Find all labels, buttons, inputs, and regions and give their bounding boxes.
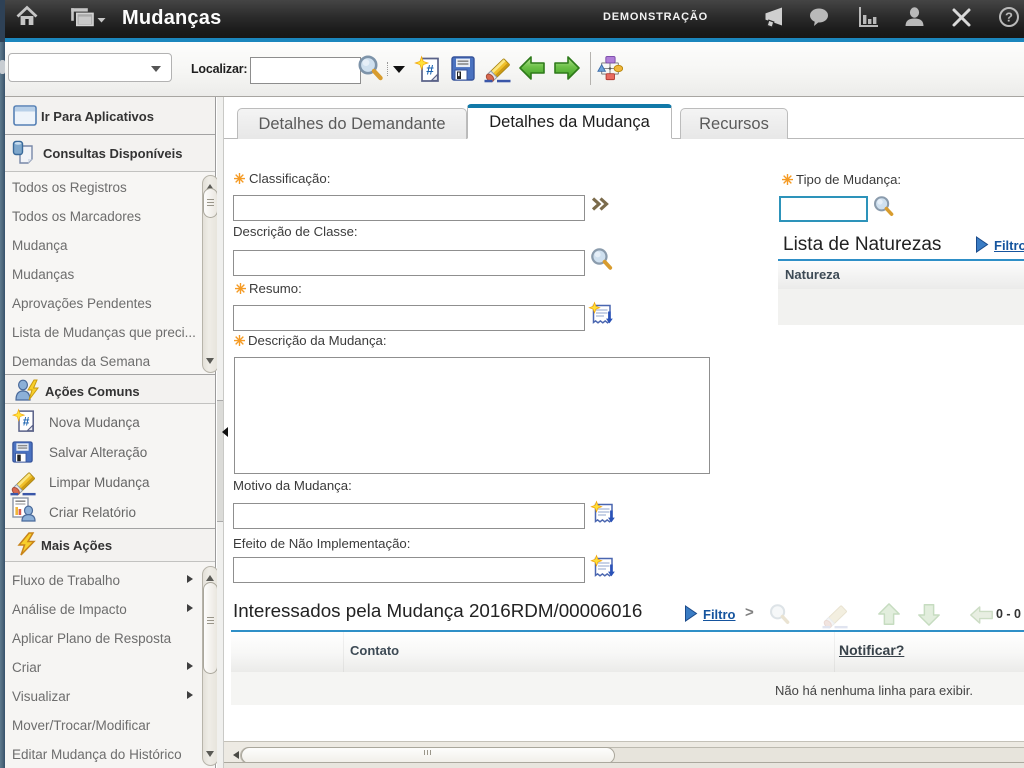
svg-text:#: # (426, 63, 434, 78)
svg-text:#: # (23, 414, 30, 428)
svg-text:?: ? (1005, 10, 1013, 25)
